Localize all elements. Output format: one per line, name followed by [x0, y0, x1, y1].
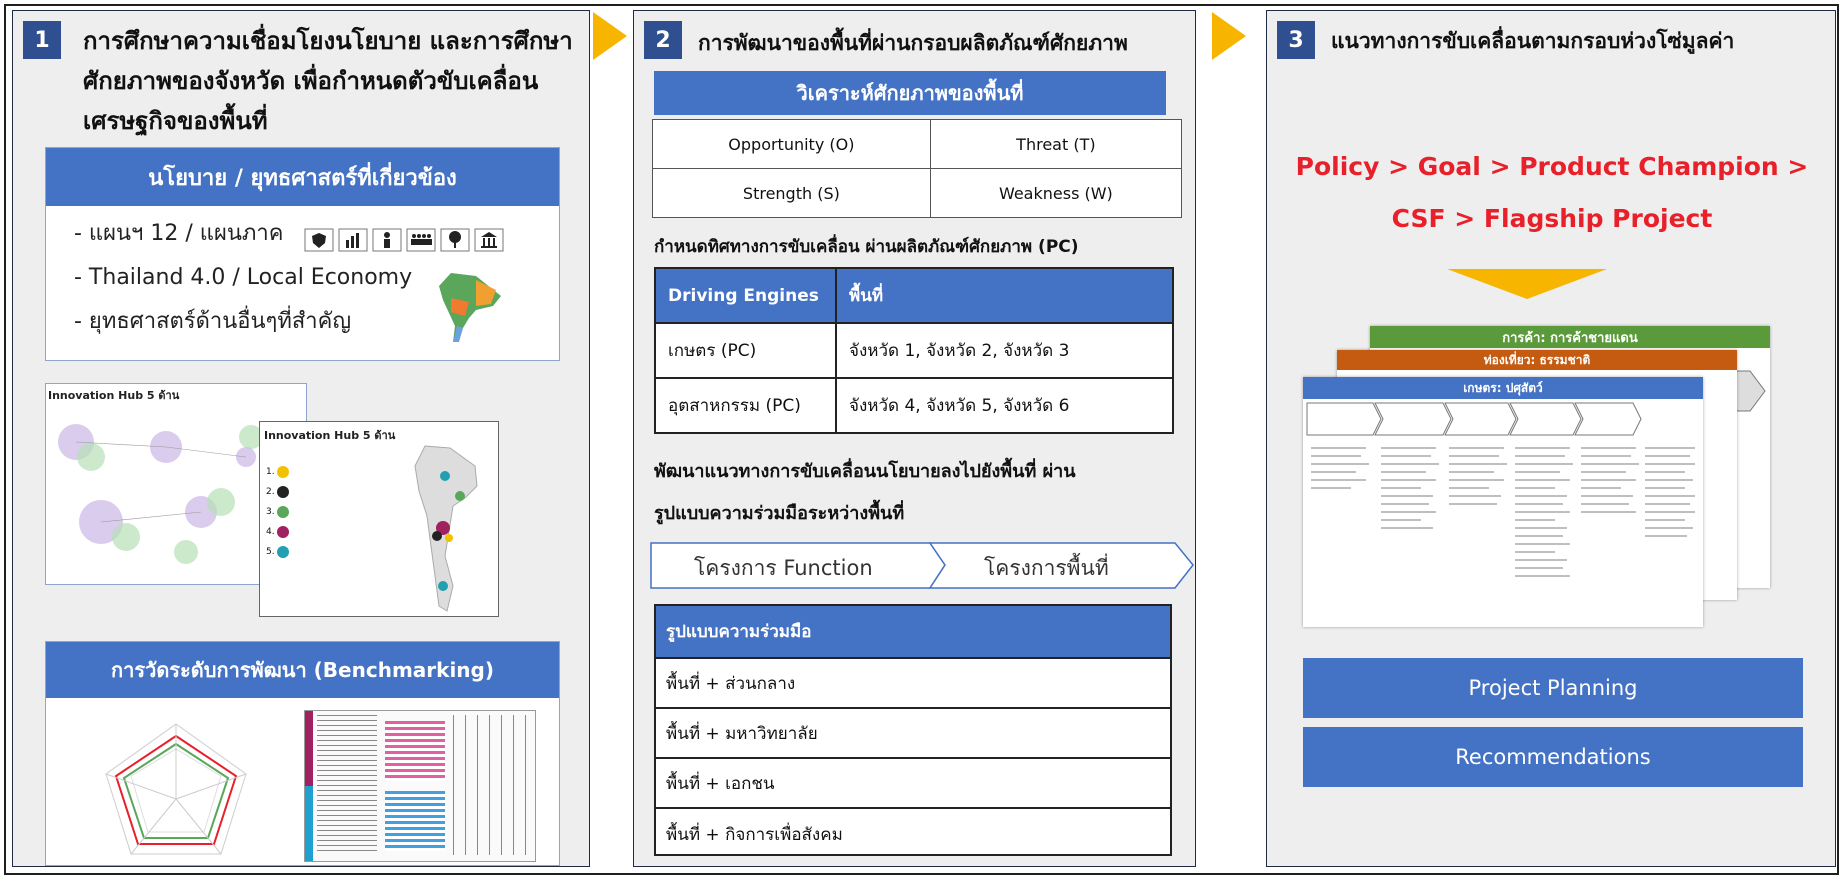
thailand-map-graphic: [414, 445, 478, 612]
hub-list-item: 3.: [266, 502, 290, 522]
table-row: อุตสาหกรรม (PC) จังหวัด 4, จังหวัด 5, จั…: [654, 377, 1174, 434]
policy-text-line: รูปแบบความร่วมมือระหว่างพื้นที่: [654, 503, 905, 524]
direction-text: กำหนดทิศทางการขับเคลื่อน ผ่านผลิตภัณฑ์ศั…: [654, 237, 1079, 257]
policy-item: - ยุทธศาสตร์ด้านอื่นๆที่สำคัญ: [74, 309, 352, 334]
benchmarking-header: การวัดระดับการพัฒนา (Benchmarking): [46, 642, 559, 698]
area-cell: จังหวัด 4, จังหวัด 5, จังหวัด 6: [835, 377, 1174, 434]
engine-cell: เกษตร (PC): [654, 322, 837, 379]
panel-area-development: 2 การพัฒนาของพื้นที่ผ่านกรอบผลิตภัณฑ์ศัก…: [633, 10, 1196, 867]
policy-text: พัฒนาแนวทางการขับเคลื่อนนโยบายลงไปยังพื้…: [654, 451, 1076, 535]
formula-line: CSF > Flagship Project: [1391, 204, 1713, 233]
driving-engines-header-row: Driving Engines พื้นที่: [654, 267, 1174, 324]
analysis-header: วิเคราะห์ศักยภาพของพื้นที่: [654, 71, 1166, 115]
hub-list-item: 4.: [266, 522, 290, 542]
cooperation-header: รูปแบบความร่วมมือ: [656, 606, 1170, 659]
shield-icon: [304, 228, 334, 252]
panel-title: การพัฒนาของพื้นที่ผ่านกรอบผลิตภัณฑ์ศักยภ…: [698, 31, 1128, 55]
cooperation-row: พื้นที่ + เอกชน: [656, 759, 1170, 809]
swot-row: Opportunity (O) Threat (T): [652, 119, 1183, 169]
driving-engines-header: Driving Engines: [654, 267, 837, 324]
tree-icon: [440, 228, 470, 252]
area-header: พื้นที่: [835, 267, 1174, 324]
people-icon: [406, 228, 436, 252]
innovation-hub-caption-2: Innovation Hub 5 ด้าน: [264, 429, 396, 442]
engine-cell: อุตสาหกรรม (PC): [654, 377, 837, 434]
swot-strength: Strength (S): [652, 168, 931, 218]
project-planning-button[interactable]: Project Planning: [1303, 658, 1803, 718]
formula-line: Policy > Goal > Product Champion >: [1295, 152, 1809, 181]
down-arrow: [1447, 269, 1607, 299]
step-function-project: โครงการ Function: [694, 556, 873, 580]
policy-icon-strip: [304, 228, 504, 252]
swot-row: Strength (S) Weakness (W): [652, 168, 1183, 218]
panel-title-line: ศักยภาพของจังหวัด เพื่อกำหนดตัวขับเคลื่อ…: [83, 67, 539, 95]
hub-list-item: 1.: [266, 462, 290, 482]
benchmark-table-graphic: [304, 710, 536, 862]
government-building-icon: [474, 228, 504, 252]
step-number-badge: 3: [1277, 21, 1315, 59]
panel-policy-study: 1 การศึกษาความเชื่อมโยงนโยบาย และการศึกษ…: [12, 10, 590, 867]
area-cell: จังหวัด 1, จังหวัด 2, จังหวัด 3: [835, 322, 1174, 379]
panel-title-line: เศรษฐกิจของพื้นที่: [83, 107, 268, 135]
step-number-badge: 1: [23, 21, 61, 59]
swot-weakness: Weakness (W): [929, 168, 1183, 218]
step-area-project: โครงการพื้นที่: [984, 556, 1109, 580]
chart-icon: [338, 228, 368, 252]
recommendations-button[interactable]: Recommendations: [1303, 727, 1803, 787]
thailand-map-icon: [439, 273, 501, 342]
innovation-hub-list-thumbnail: Innovation Hub 5 ด้าน 1. 2. 3. 4. 5.: [259, 421, 499, 617]
policy-box: นโยบาย / ยุทธศาสตร์ที่เกี่ยวข้อง - แผนฯ …: [45, 147, 560, 361]
flow-arrow: [1212, 12, 1246, 60]
radar-chart-graphic: [105, 723, 247, 855]
panel-title: การศึกษาความเชื่อมโยงนโยบาย และการศึกษา …: [83, 21, 573, 141]
cooperation-row: พื้นที่ + กิจการเพื่อสังคม: [666, 824, 843, 845]
value-chain-formula: Policy > Goal > Product Champion > CSF >…: [1267, 141, 1837, 245]
table-row: เกษตร (PC) จังหวัด 1, จังหวัด 2, จังหวัด…: [654, 322, 1174, 379]
benchmarking-box: การวัดระดับการพัฒนา (Benchmarking): [45, 641, 560, 866]
doc-header: การค้า: การค้าชายแดน: [1370, 326, 1770, 348]
panel-title: แนวทางการขับเคลื่อนตามกรอบห่วงโซ่มูลค่า: [1331, 29, 1735, 53]
value-chain-steps-graphic: [1306, 402, 1695, 577]
doc-header: ท่องเที่ยว: ธรรมชาติ: [1337, 350, 1737, 370]
doc-header: เกษตร: ปศุสัตว์: [1303, 377, 1703, 399]
driving-engines-table: Driving Engines พื้นที่ เกษตร (PC) จังหว…: [654, 267, 1174, 434]
swot-threat: Threat (T): [929, 119, 1183, 169]
cooperation-row: พื้นที่ + มหาวิทยาลัย: [656, 709, 1170, 759]
value-chain-doc-agriculture: เกษตร: ปศุสัตว์: [1303, 377, 1703, 627]
swot-opportunity: Opportunity (O): [652, 119, 931, 169]
hub-list: 1. 2. 3. 4. 5.: [266, 462, 290, 562]
swot-table: Opportunity (O) Threat (T) Strength (S) …: [652, 119, 1183, 218]
hub-list-item: 5.: [266, 542, 290, 562]
policy-item: - Thailand 4.0 / Local Economy: [74, 265, 413, 290]
policy-text-line: พัฒนาแนวทางการขับเคลื่อนนโยบายลงไปยังพื้…: [654, 461, 1076, 482]
flow-arrow: [593, 12, 627, 60]
cooperation-row: พื้นที่ + ส่วนกลาง: [656, 659, 1170, 709]
panel-value-chain: 3 แนวทางการขับเคลื่อนตามกรอบห่วงโซ่มูลค่…: [1266, 10, 1836, 867]
panel-title-line: การศึกษาความเชื่อมโยงนโยบาย และการศึกษา: [83, 27, 573, 55]
hub-list-item: 2.: [266, 482, 290, 502]
policy-header: นโยบาย / ยุทธศาสตร์ที่เกี่ยวข้อง: [46, 148, 559, 206]
step-number-badge: 2: [644, 21, 682, 59]
person-icon: [372, 228, 402, 252]
cooperation-table: รูปแบบความร่วมมือ พื้นที่ + ส่วนกลาง พื้…: [654, 604, 1172, 856]
